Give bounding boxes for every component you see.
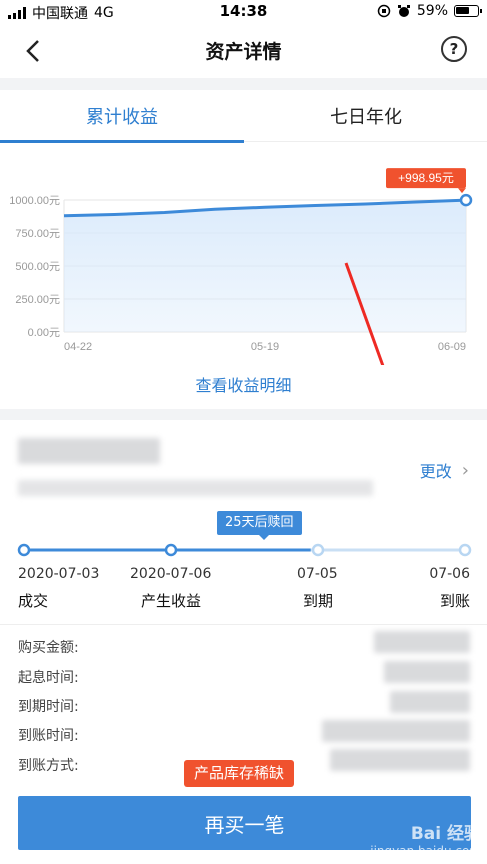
earnings-chart-svg: 1000.00元 750.00元 500.00元 250.00元 0.00元 +998.9… bbox=[9, 168, 473, 450]
stock-scarce-badge: 产品库存稀缺 bbox=[184, 760, 295, 787]
tab-label: 累计收益 bbox=[86, 107, 158, 128]
blurred-info-value bbox=[322, 720, 470, 742]
timeline-date-maturity: 07-05 bbox=[297, 566, 338, 582]
y-tick-label: 0.00元 bbox=[28, 327, 60, 339]
blurred-product-name bbox=[18, 438, 160, 464]
battery-icon bbox=[454, 5, 482, 17]
question-icon: ? bbox=[449, 40, 459, 58]
section-divider bbox=[0, 409, 487, 420]
timeline-node bbox=[17, 543, 31, 557]
x-tick-label: 04-22 bbox=[64, 341, 92, 353]
info-label-purchase-amount: 购买金额: bbox=[18, 640, 79, 656]
blurred-info-value bbox=[374, 631, 470, 653]
baidu-jingyan-watermark: Bai 经验 jingyan.baidu.com bbox=[370, 819, 481, 858]
status-bar: 中国联通 4G 14:38 59% bbox=[0, 0, 487, 26]
redeem-countdown-badge: 25天后赎回 bbox=[217, 511, 302, 540]
y-tick-label: 250.00元 bbox=[15, 294, 60, 306]
timeline-date-trade: 2020-07-03 bbox=[18, 566, 100, 582]
y-tick-label: 1000.00元 bbox=[9, 195, 60, 207]
change-label: 更改 bbox=[419, 462, 452, 481]
tab-bar: 累计收益 七日年化 bbox=[0, 90, 487, 143]
y-tick-label: 500.00元 bbox=[15, 261, 60, 273]
y-tick-label: 750.00元 bbox=[15, 228, 60, 240]
help-button[interactable]: ? bbox=[441, 36, 467, 62]
timeline-node bbox=[164, 543, 178, 557]
blurred-info-value bbox=[384, 661, 470, 683]
timeline-date-earning: 2020-07-06 bbox=[130, 566, 212, 582]
timeline-label-earning: 产生收益 bbox=[141, 592, 202, 610]
end-value-tag-pointer bbox=[458, 188, 466, 194]
status-right: 59% bbox=[377, 3, 482, 19]
x-tick-label: 05-19 bbox=[251, 341, 279, 353]
info-label-arrival-date: 到账时间: bbox=[18, 728, 79, 744]
battery-percent: 59% bbox=[416, 3, 448, 19]
blurred-product-subtitle bbox=[18, 480, 373, 496]
timeline-node bbox=[458, 543, 472, 557]
end-value-label: +998.95元 bbox=[398, 171, 454, 185]
tab-active-indicator bbox=[0, 140, 244, 143]
watermark-url: jingyan.baidu.com bbox=[370, 844, 481, 858]
section-divider bbox=[0, 78, 487, 90]
change-button[interactable]: 更改 › bbox=[420, 458, 469, 482]
tab-seven-day-yield[interactable]: 七日年化 bbox=[244, 90, 487, 142]
timeline-label-maturity: 到期 bbox=[303, 592, 334, 610]
info-label-value-date: 起息时间: bbox=[18, 670, 79, 686]
buy-again-label: 再买一笔 bbox=[204, 812, 285, 837]
timeline-node bbox=[311, 543, 325, 557]
timeline-label-arrival: 到账 bbox=[439, 592, 470, 610]
timeline-date-arrival: 07-06 bbox=[429, 566, 470, 582]
tab-cumulative-earnings[interactable]: 累计收益 bbox=[0, 90, 244, 143]
nav-bar: 资产详情 ? bbox=[0, 26, 487, 78]
info-label-maturity-date: 到期时间: bbox=[18, 699, 79, 715]
tab-label: 七日年化 bbox=[330, 107, 402, 128]
info-label-arrival-method: 到账方式: bbox=[18, 758, 79, 774]
series-area bbox=[64, 200, 466, 332]
end-point-marker bbox=[459, 193, 473, 207]
x-tick-label: 06-09 bbox=[438, 341, 466, 353]
orientation-lock-icon bbox=[377, 4, 391, 18]
chevron-right-icon: › bbox=[461, 459, 469, 481]
blurred-info-value bbox=[390, 691, 470, 713]
earnings-chart: 1000.00元 750.00元 500.00元 250.00元 0.00元 +998.9… bbox=[0, 150, 487, 450]
blurred-info-value bbox=[330, 749, 470, 771]
order-section: 更改 › 25天后赎回 2020-07-03 2020-07-06 07-05 … bbox=[0, 420, 487, 620]
view-earnings-detail-link[interactable]: 查看收益明细 bbox=[0, 372, 487, 396]
timeline-track bbox=[17, 543, 472, 557]
alarm-icon bbox=[397, 5, 410, 17]
watermark-brand: Bai 经验 bbox=[410, 824, 481, 844]
page-title: 资产详情 bbox=[205, 41, 282, 63]
timeline-label-trade: 成交 bbox=[18, 592, 49, 610]
